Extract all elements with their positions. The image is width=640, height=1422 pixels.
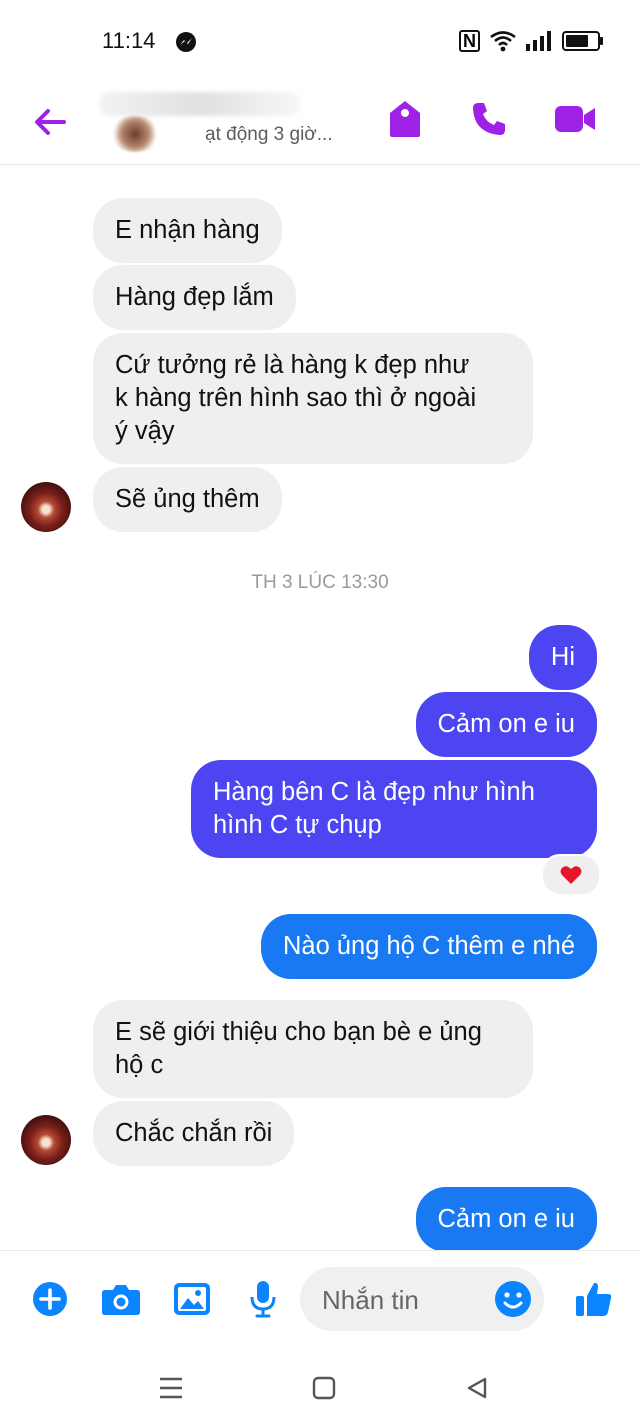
- received-message[interactable]: Chắc chắn rồi: [93, 1101, 295, 1166]
- voice-record-button[interactable]: [237, 1273, 289, 1325]
- sent-message[interactable]: Hi: [528, 625, 597, 690]
- image-icon: [174, 1283, 210, 1315]
- menu-lines-icon: [160, 1377, 182, 1399]
- emoji-button[interactable]: [494, 1280, 532, 1318]
- battery-icon: [562, 31, 603, 51]
- messenger-notification-icon: [176, 32, 196, 52]
- received-message[interactable]: Cứ tưởng rẻ là hàng k đẹp như k hàng trê…: [93, 333, 533, 464]
- received-message[interactable]: Hàng đẹp lắm: [93, 265, 296, 330]
- status-icons: N: [459, 30, 603, 52]
- status-time: 11:14: [102, 28, 156, 53]
- message-input[interactable]: [320, 1279, 484, 1321]
- composer-bar: [0, 1250, 640, 1351]
- timestamp-divider: TH 3 LÚC 13:30: [251, 572, 389, 593]
- active-status: ạt động 3 giờ...: [205, 124, 333, 145]
- tag-button[interactable]: [382, 96, 428, 142]
- received-message[interactable]: E nhận hàng: [93, 198, 282, 263]
- camera-button[interactable]: [95, 1273, 147, 1325]
- contact-avatar-small[interactable]: [21, 482, 71, 532]
- wifi-icon: [490, 31, 516, 52]
- status-bar: 11:14 N: [0, 0, 640, 84]
- contact-avatar-small[interactable]: [21, 1115, 71, 1165]
- message-input-container[interactable]: [300, 1267, 544, 1331]
- recents-button[interactable]: [151, 1368, 191, 1408]
- heart-icon: [560, 866, 582, 884]
- sent-message[interactable]: Cảm on e iu: [415, 692, 597, 757]
- signal-icon: [526, 31, 551, 51]
- square-icon: [312, 1376, 336, 1400]
- sent-message[interactable]: Cảm on e iu: [415, 1187, 597, 1252]
- triangle-back-icon: [467, 1377, 487, 1399]
- sent-message[interactable]: Nào ủng hộ C thêm e nhé: [260, 914, 597, 979]
- received-message[interactable]: Sẽ ủng thêm: [93, 467, 282, 532]
- tag-icon: [390, 101, 420, 137]
- home-button[interactable]: [304, 1368, 344, 1408]
- conversation-header: ạt động 3 giờ...: [0, 84, 640, 165]
- sent-message[interactable]: Hàng bên C là đẹp như hình hình C tự chụ…: [191, 760, 597, 858]
- heart-reaction[interactable]: [541, 854, 601, 896]
- video-camera-icon: [555, 106, 595, 132]
- phone-icon: [473, 103, 505, 135]
- more-actions-button[interactable]: [24, 1273, 76, 1325]
- plus-circle-icon: [33, 1282, 67, 1316]
- like-button[interactable]: [568, 1273, 620, 1325]
- nfc-icon: N: [459, 30, 480, 52]
- thumbs-up-icon: [576, 1282, 612, 1316]
- system-navigation-bar: [0, 1350, 640, 1422]
- video-call-button[interactable]: [552, 96, 598, 142]
- voice-call-button[interactable]: [466, 96, 512, 142]
- received-message[interactable]: E sẽ giới thiệu cho bạn bè e ủng hộ c: [93, 1000, 533, 1098]
- gallery-button[interactable]: [166, 1273, 218, 1325]
- contact-avatar[interactable]: [110, 116, 160, 152]
- back-nav-button[interactable]: [457, 1368, 497, 1408]
- smiley-icon: [495, 1281, 531, 1317]
- back-button[interactable]: [30, 102, 70, 142]
- back-arrow-icon: [35, 109, 66, 135]
- camera-icon: [102, 1285, 140, 1315]
- microphone-icon: [250, 1281, 276, 1318]
- contact-name-blurred[interactable]: [100, 92, 300, 116]
